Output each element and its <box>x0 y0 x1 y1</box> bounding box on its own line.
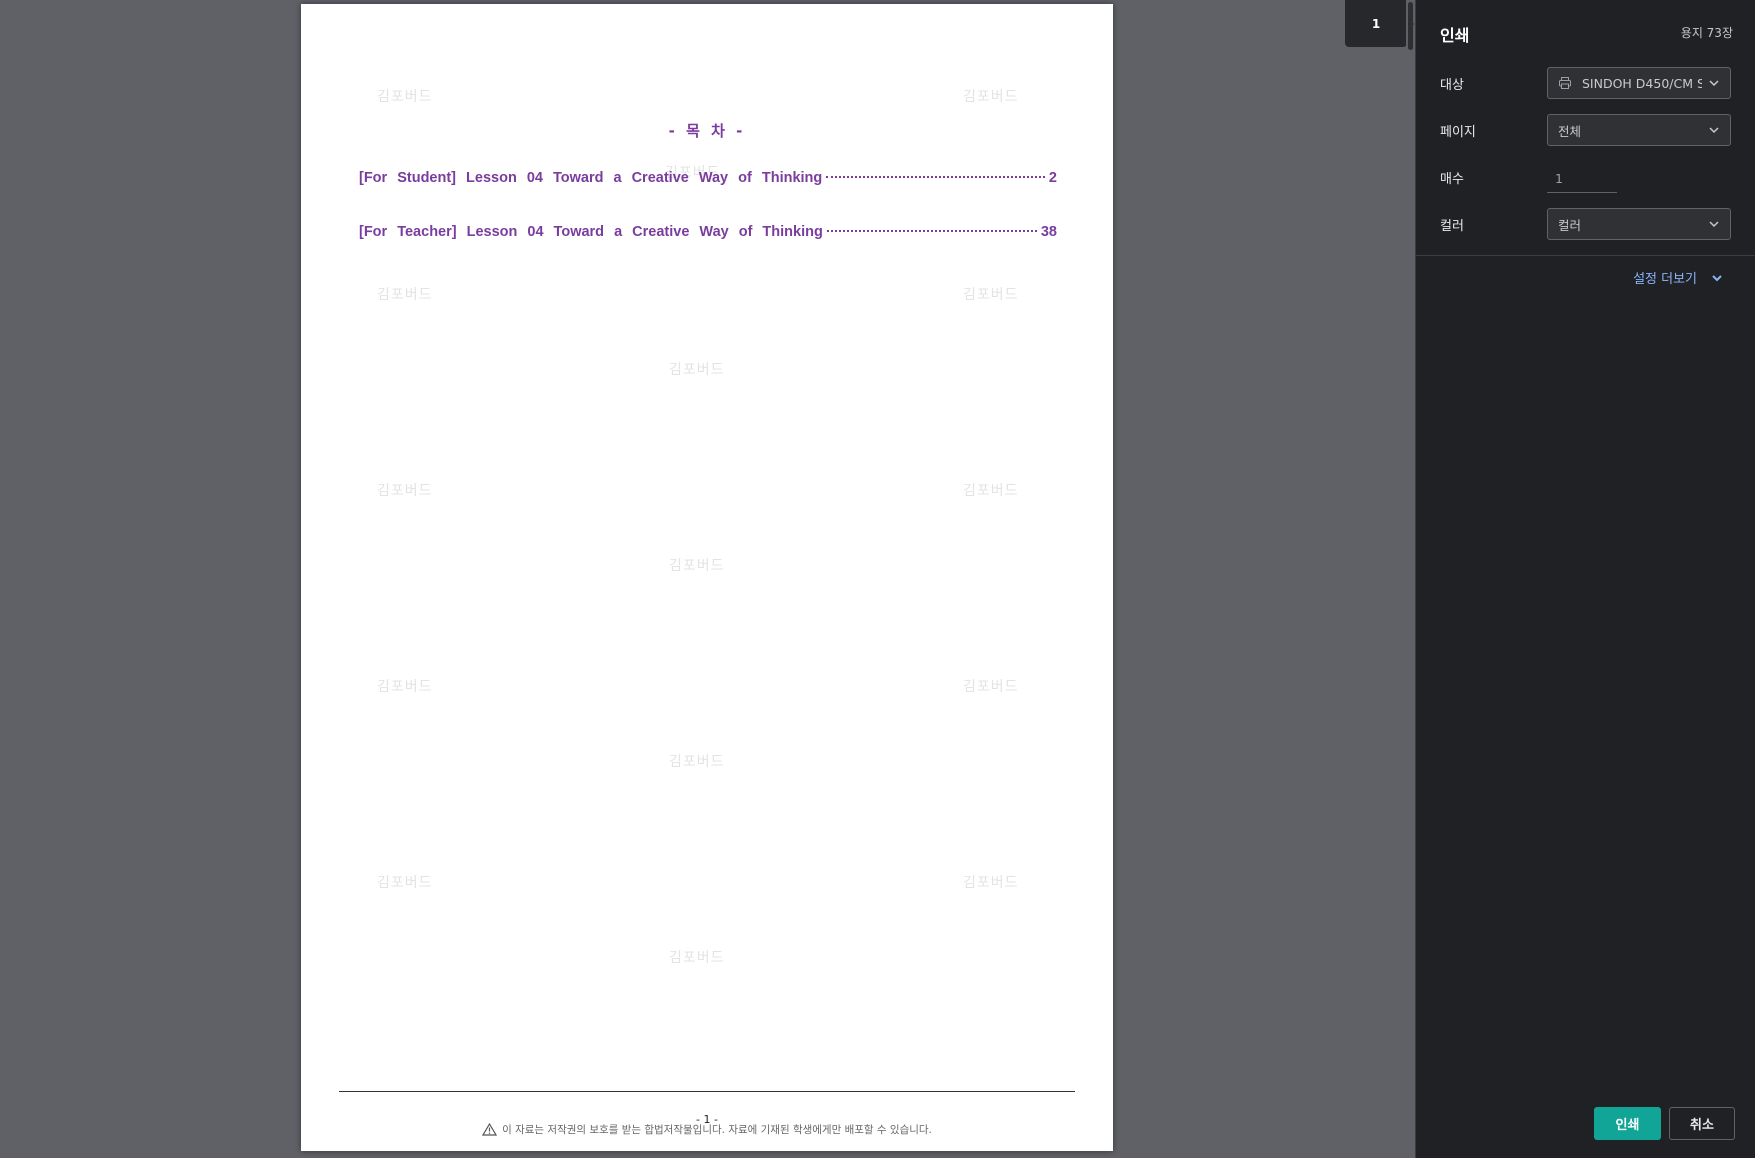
toc-entry-text: [For Teacher] Lesson 04 Toward a Creativ… <box>359 224 823 240</box>
watermark: 김포버드 <box>963 679 1019 695</box>
watermark: 김포버드 <box>377 287 433 303</box>
print-button[interactable]: 인쇄 <box>1594 1107 1661 1140</box>
copyright-text: 이 자료는 저작권의 보호를 받는 합법저작물입니다. 자료에 기재된 학생에게… <box>502 1124 932 1136</box>
toc-entry: [For Student] Lesson 04 Toward a Creativ… <box>359 170 1057 190</box>
chevron-down-icon <box>1709 127 1719 134</box>
print-settings-panel: 인쇄 용지 73장 대상 SINDOH D450/CM Series 페이지 전… <box>1415 0 1755 1158</box>
panel-divider <box>1416 255 1755 256</box>
page-thumbnail-indicator[interactable]: 1 <box>1345 0 1414 47</box>
watermark: 김포버드 <box>377 679 433 695</box>
watermark: 김포버드 <box>963 89 1019 105</box>
color-value: 컬러 <box>1558 217 1582 233</box>
preview-page: 김포버드 김포버드 김포버드 김포버드 김포버드 김포버드 김포버드 김포버드 … <box>301 4 1113 1151</box>
destination-value: SINDOH D450/CM Series <box>1582 75 1702 91</box>
watermark: 김포버드 <box>669 558 725 574</box>
more-settings-toggle[interactable]: 설정 더보기 <box>1633 268 1723 287</box>
watermark: 김포버드 <box>377 875 433 891</box>
watermark: 김포버드 <box>377 483 433 499</box>
watermark: 김포버드 <box>669 754 725 770</box>
chevron-down-icon <box>1709 80 1719 87</box>
pages-select[interactable]: 전체 <box>1547 114 1731 146</box>
watermark: 김포버드 <box>377 89 433 105</box>
toc-entry-page: 38 <box>1040 224 1057 240</box>
color-select[interactable]: 컬러 <box>1547 208 1731 240</box>
preview-scrollbar-thumb[interactable] <box>1408 2 1413 50</box>
preview-scrollbar-track[interactable] <box>1406 0 1413 1158</box>
destination-label: 대상 <box>1440 78 1464 93</box>
destination-select[interactable]: SINDOH D450/CM Series <box>1547 67 1731 99</box>
watermark: 김포버드 <box>963 875 1019 891</box>
chevron-down-icon <box>1709 221 1719 228</box>
print-preview-area: 김포버드 김포버드 김포버드 김포버드 김포버드 김포버드 김포버드 김포버드 … <box>0 0 1415 1158</box>
watermark: 김포버드 <box>963 287 1019 303</box>
sheet-count: 용지 73장 <box>1680 26 1733 40</box>
toc-entry: [For Teacher] Lesson 04 Toward a Creativ… <box>359 224 1057 244</box>
pages-value: 전체 <box>1558 123 1582 139</box>
current-page-number: 1 <box>1371 16 1381 31</box>
panel-title: 인쇄 <box>1440 26 1470 45</box>
cancel-button[interactable]: 취소 <box>1669 1107 1735 1140</box>
footer-divider <box>339 1091 1075 1092</box>
watermark: 김포버드 <box>669 362 725 378</box>
copies-input[interactable] <box>1547 165 1617 193</box>
chevron-down-icon <box>1712 274 1722 281</box>
printer-icon <box>1559 77 1571 89</box>
copyright-notice: 이 자료는 저작권의 보호를 받는 합법저작물입니다. 자료에 기재된 학생에게… <box>301 1122 1113 1137</box>
toc-leader-dots <box>826 230 1037 232</box>
color-label: 컬러 <box>1440 219 1464 234</box>
toc-entry-text: [For Student] Lesson 04 Toward a Creativ… <box>359 170 823 186</box>
watermark: 김포버드 <box>963 483 1019 499</box>
more-settings-label: 설정 더보기 <box>1633 272 1697 287</box>
toc-entry-page: 2 <box>1048 170 1057 186</box>
watermark: 김포버드 <box>669 950 725 966</box>
copies-label: 매수 <box>1440 172 1464 187</box>
pages-label: 페이지 <box>1440 125 1476 140</box>
warning-icon <box>482 1123 498 1136</box>
toc-leader-dots <box>826 176 1045 178</box>
toc-title: - 목 차 - <box>668 122 746 140</box>
